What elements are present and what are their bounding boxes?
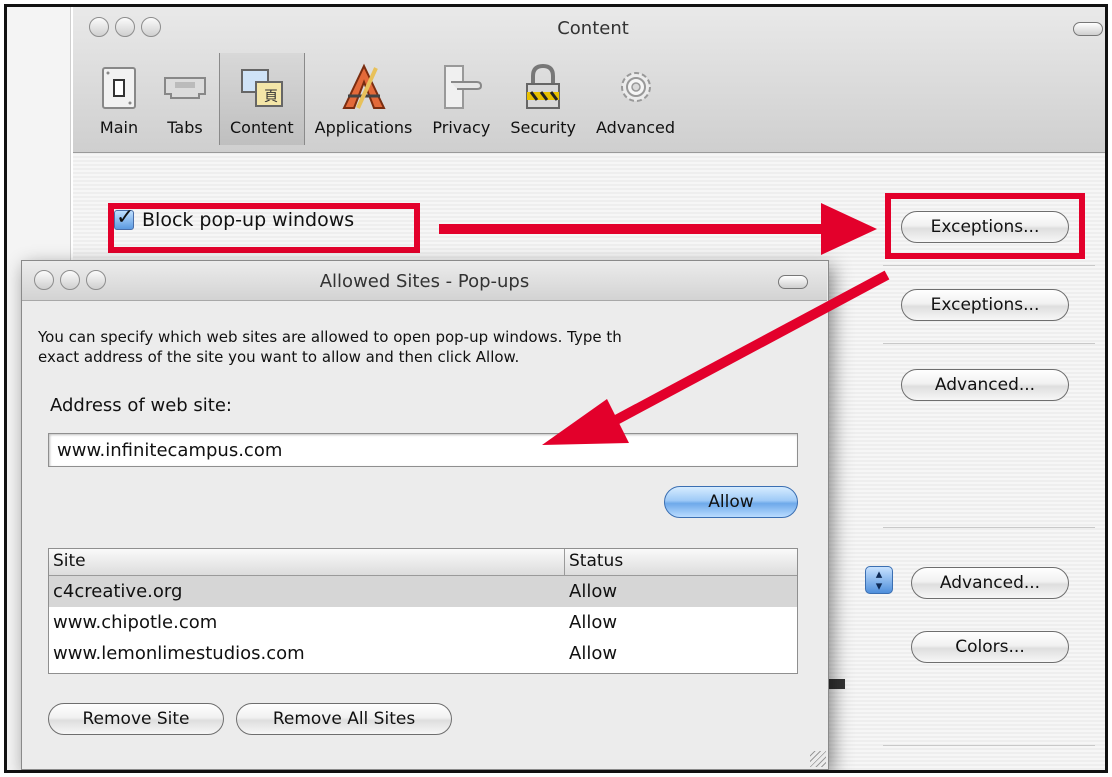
sites-table[interactable]: Site Status c4creative.org Allow www.chi…	[48, 548, 798, 674]
fonts-advanced-button[interactable]: Advanced...	[911, 567, 1069, 599]
tab-privacy-label: Privacy	[432, 118, 491, 137]
site-cell: www.chipotle.com	[53, 612, 218, 633]
privacy-icon	[444, 65, 483, 109]
status-cell: Allow	[569, 643, 618, 664]
font-select-arrows-icon[interactable]: ▴ ▾	[865, 566, 893, 594]
section-separator	[883, 343, 1095, 344]
section-separator	[883, 527, 1095, 528]
column-header-site[interactable]: Site	[49, 549, 565, 575]
allow-button[interactable]: Allow	[664, 486, 798, 518]
tab-content-label: Content	[230, 118, 294, 137]
tab-privacy[interactable]: Privacy	[422, 53, 500, 145]
dialog-title: Allowed Sites - Pop-ups	[319, 271, 530, 292]
switch-icon	[102, 67, 136, 109]
tab-advanced[interactable]: Advanced	[586, 53, 685, 145]
column-header-status[interactable]: Status	[565, 549, 797, 575]
resize-grip-icon[interactable]	[810, 751, 826, 767]
toolbar-toggle-button[interactable]	[1073, 22, 1103, 36]
allowed-sites-dialog: Allowed Sites - Pop-ups You can specify …	[21, 260, 829, 770]
lock-icon	[526, 63, 561, 109]
section-separator	[883, 745, 1095, 746]
applications-icon	[341, 63, 386, 109]
screenshot-frame: Content Main Tabs 頁 Content Applications…	[4, 4, 1108, 773]
site-cell: c4creative.org	[53, 581, 183, 602]
address-input[interactable]	[48, 433, 798, 467]
tab-content[interactable]: 頁 Content	[219, 53, 305, 145]
annotation-box-exceptions	[885, 193, 1085, 259]
remove-all-sites-button[interactable]: Remove All Sites	[236, 703, 452, 735]
partial-control	[829, 679, 845, 689]
description-line-2: exact address of the site you want to al…	[38, 348, 520, 366]
table-row[interactable]: www.lemonlimestudios.com Allow	[49, 638, 797, 669]
status-cell: Allow	[569, 581, 618, 602]
tab-tabs[interactable]: Tabs	[151, 53, 219, 145]
site-cell: www.lemonlimestudios.com	[53, 643, 305, 664]
tab-main[interactable]: Main	[87, 53, 151, 145]
dialog-description: You can specify which web sites are allo…	[38, 327, 798, 367]
window-title: Content	[557, 18, 629, 39]
status-cell: Allow	[569, 612, 618, 633]
tabs-icon	[164, 77, 206, 99]
annotation-box-checkbox	[108, 203, 420, 253]
dialog-toolbar-toggle[interactable]	[778, 275, 808, 289]
tab-applications-label: Applications	[314, 118, 413, 137]
description-line-1: You can specify which web sites are allo…	[38, 328, 622, 346]
svg-text:頁: 頁	[264, 89, 278, 105]
tab-security-label: Security	[510, 118, 577, 137]
gear-icon	[620, 72, 651, 102]
table-row[interactable]: www.chipotle.com Allow	[49, 607, 797, 638]
javascript-advanced-button[interactable]: Advanced...	[901, 369, 1069, 401]
preferences-toolbar: Main Tabs 頁 Content Applications Privacy…	[87, 53, 685, 145]
preferences-toolbar-area: Content Main Tabs 頁 Content Applications…	[73, 7, 1105, 153]
tab-advanced-label: Advanced	[596, 118, 676, 137]
tab-main-label: Main	[99, 118, 139, 137]
address-label: Address of web site:	[50, 395, 232, 416]
images-exceptions-button[interactable]: Exceptions...	[901, 289, 1069, 321]
colors-button[interactable]: Colors...	[911, 631, 1069, 663]
section-separator	[883, 265, 1095, 266]
dialog-titlebar: Allowed Sites - Pop-ups	[22, 261, 827, 301]
remove-site-button[interactable]: Remove Site	[48, 703, 224, 735]
content-icon: 頁	[240, 69, 283, 107]
tab-tabs-label: Tabs	[167, 118, 203, 137]
tab-applications[interactable]: Applications	[305, 53, 423, 145]
sites-table-header: Site Status	[49, 549, 797, 576]
table-row[interactable]: c4creative.org Allow	[49, 576, 797, 607]
tab-security[interactable]: Security	[500, 53, 586, 145]
